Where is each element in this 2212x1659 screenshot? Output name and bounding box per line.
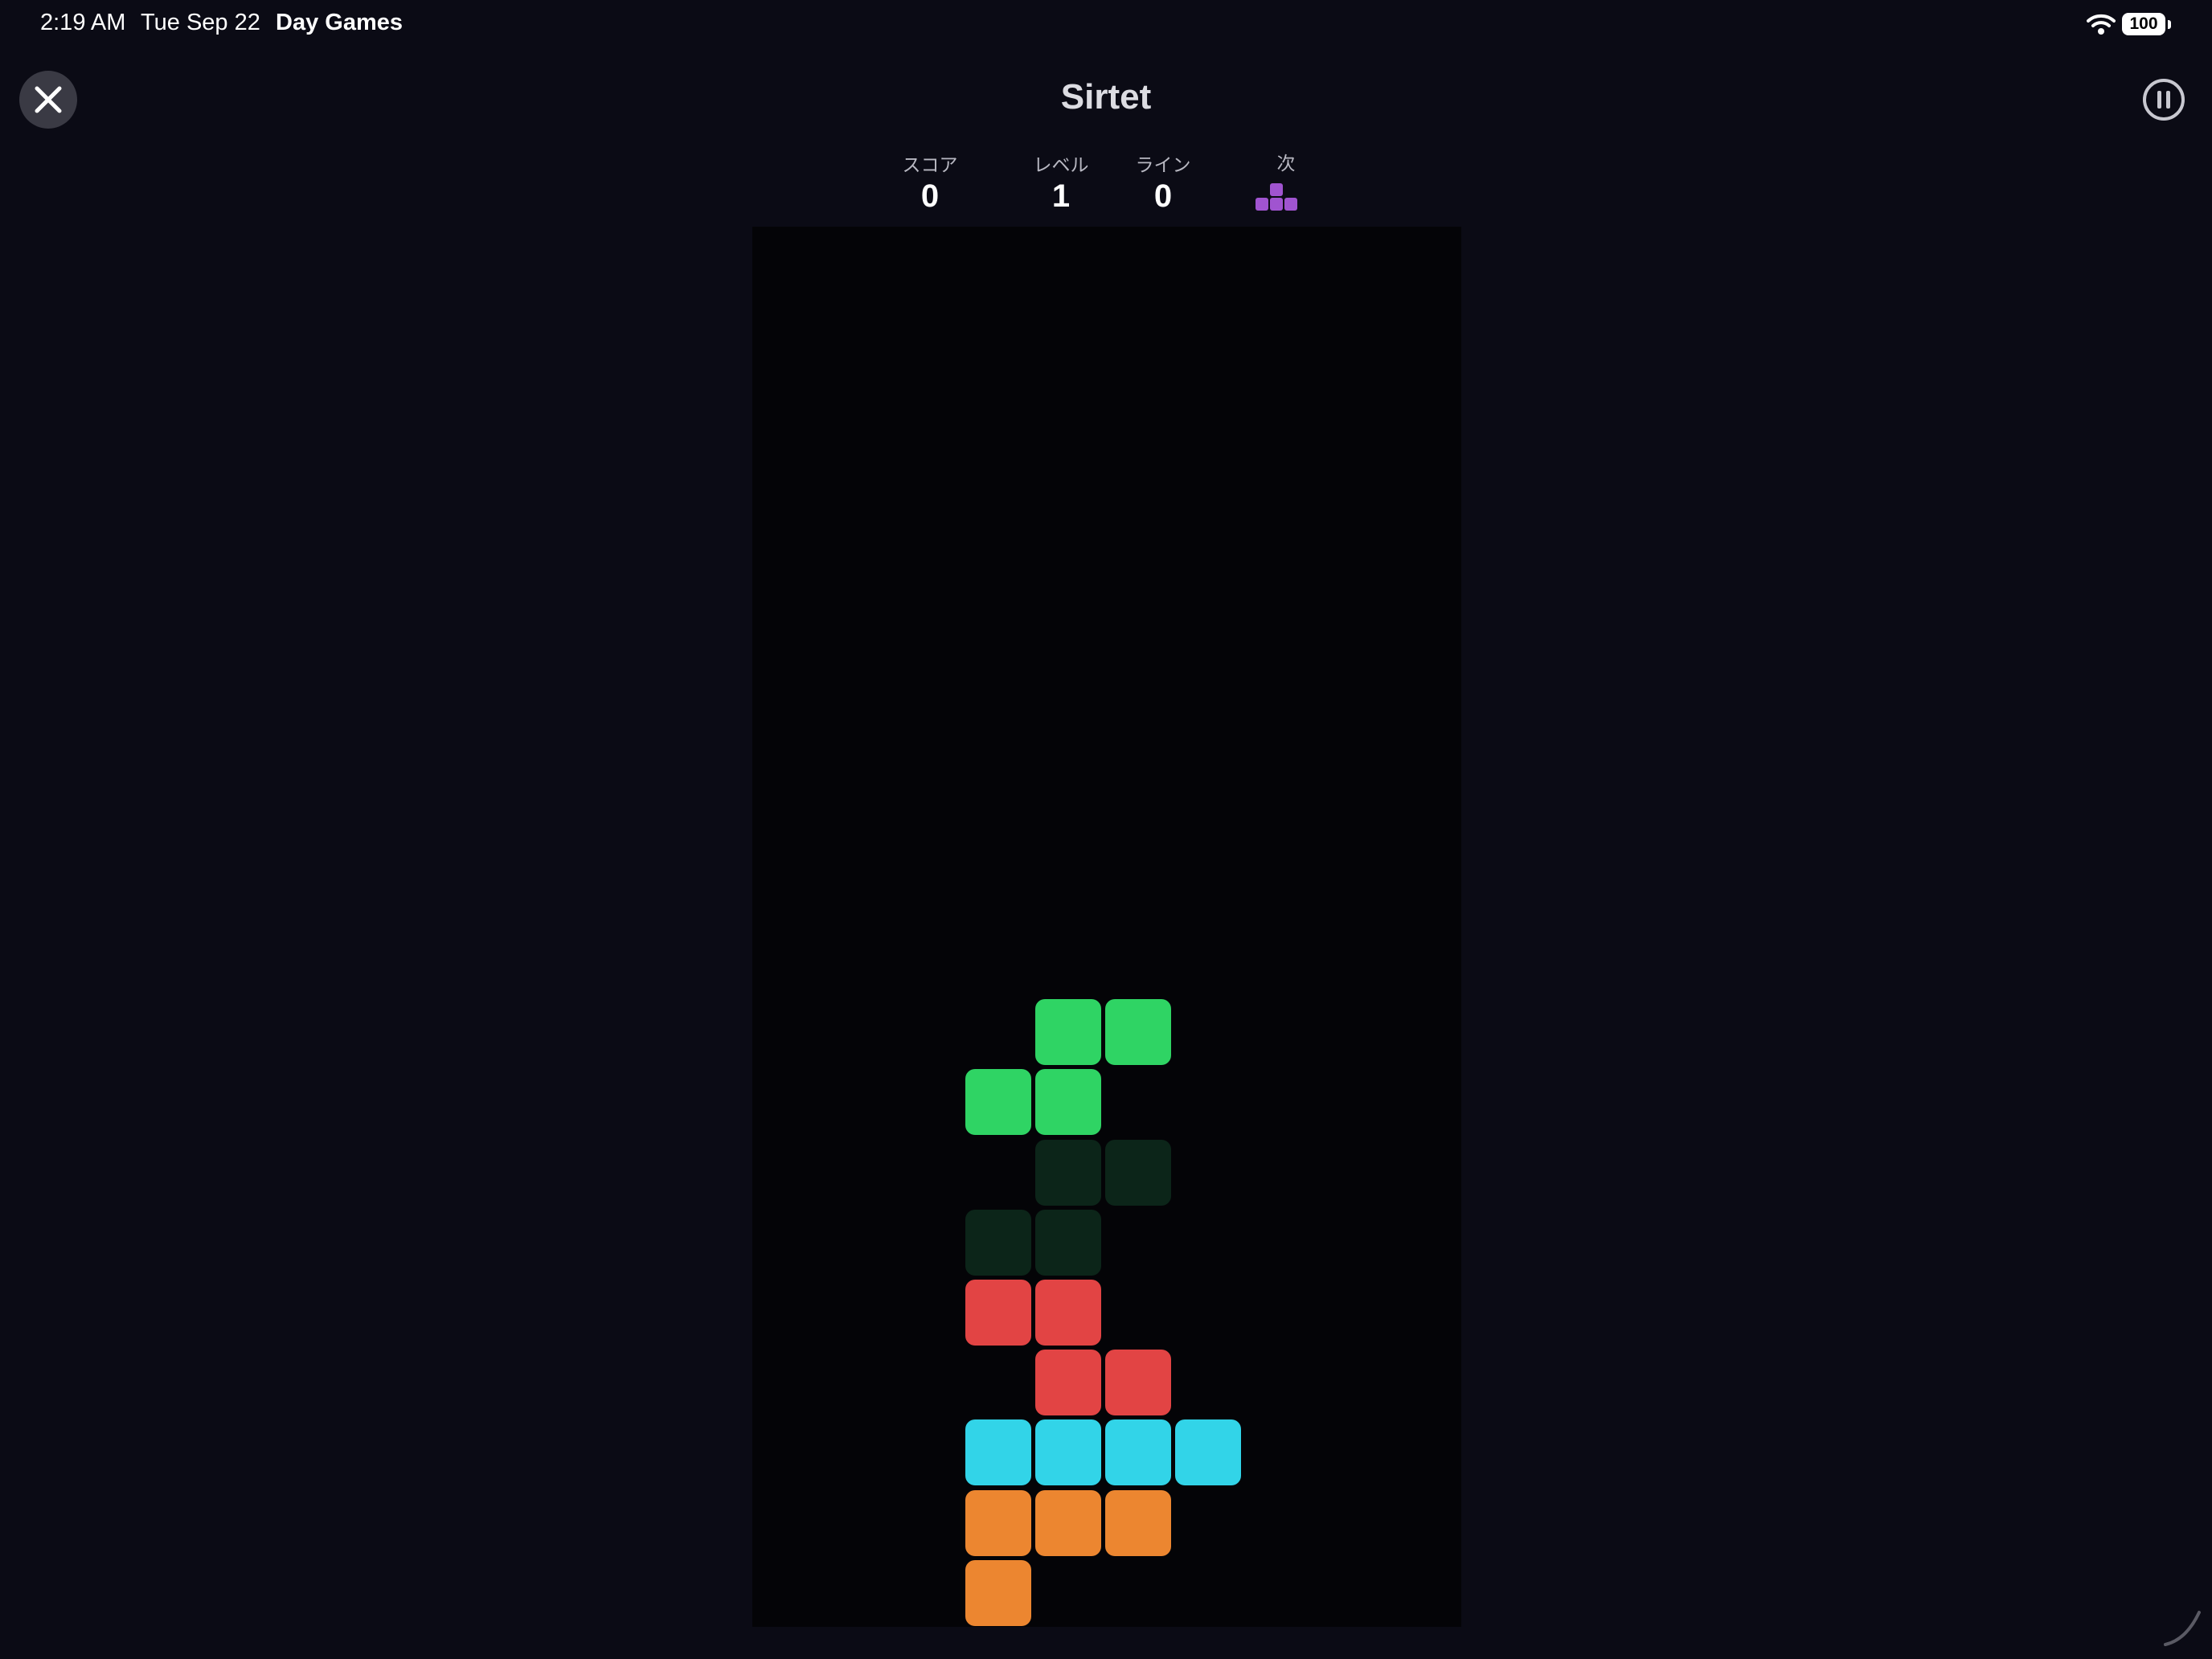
locked-block [1034, 1350, 1101, 1416]
level-value: 1 [1051, 178, 1071, 214]
status-app-name: Day Games [276, 10, 403, 35]
next-piece-cell [1284, 198, 1297, 211]
pause-icon [2143, 79, 2185, 121]
game-screen: 2:19 AM Tue Sep 22 Day Games 100 Sirtet … [0, 0, 2212, 1659]
status-date: Tue Sep 22 [141, 10, 260, 35]
next-piece-cell [1270, 183, 1283, 196]
game-board[interactable] [752, 227, 1461, 1627]
battery-level: 100 [2129, 14, 2158, 33]
active-piece-cell [1034, 1069, 1101, 1136]
active-piece-cell [965, 1069, 1031, 1136]
locked-block [1034, 1489, 1101, 1556]
ghost-piece-cell [965, 1209, 1031, 1276]
game-title: Sirtet [1060, 77, 1152, 117]
score-value: 0 [920, 178, 940, 214]
wifi-icon [2087, 14, 2116, 35]
corner-indicator [2164, 1611, 2201, 1646]
pause-button[interactable] [2141, 77, 2186, 122]
locked-block [1105, 1419, 1171, 1486]
locked-block [965, 1280, 1031, 1346]
status-bar: 2:19 AM Tue Sep 22 Day Games 100 [0, 0, 2212, 51]
score-stat: スコア 0 [874, 150, 986, 215]
next-label: 次 [1276, 153, 1296, 174]
ghost-piece-cell [1034, 1139, 1101, 1206]
battery-icon: 100 [2122, 13, 2172, 37]
lines-label: ライン [1135, 154, 1191, 175]
locked-block [1105, 1489, 1171, 1556]
active-piece-cell [1105, 999, 1171, 1066]
level-stat: レベル 1 [1005, 150, 1117, 215]
next-piece-cell [1270, 198, 1283, 211]
level-label: レベル [1033, 154, 1089, 175]
next-piece-cell [1256, 198, 1268, 211]
locked-block [965, 1559, 1031, 1626]
next-piece-preview [1256, 182, 1304, 214]
ghost-piece-cell [1034, 1209, 1101, 1276]
active-piece-cell [1034, 999, 1101, 1066]
locked-block [1034, 1280, 1101, 1346]
lines-stat: ライン 0 [1107, 150, 1219, 215]
close-icon [35, 86, 62, 113]
status-time: 2:19 AM [40, 10, 126, 35]
locked-block [965, 1419, 1031, 1486]
ghost-piece-cell [1105, 1139, 1171, 1206]
locked-block [1034, 1419, 1101, 1486]
locked-block [1105, 1350, 1171, 1416]
locked-block [965, 1489, 1031, 1556]
score-label: スコア [902, 154, 958, 175]
close-button[interactable] [19, 71, 77, 129]
locked-block [1175, 1419, 1242, 1486]
battery-tip [2168, 20, 2171, 29]
lines-value: 0 [1153, 178, 1173, 214]
